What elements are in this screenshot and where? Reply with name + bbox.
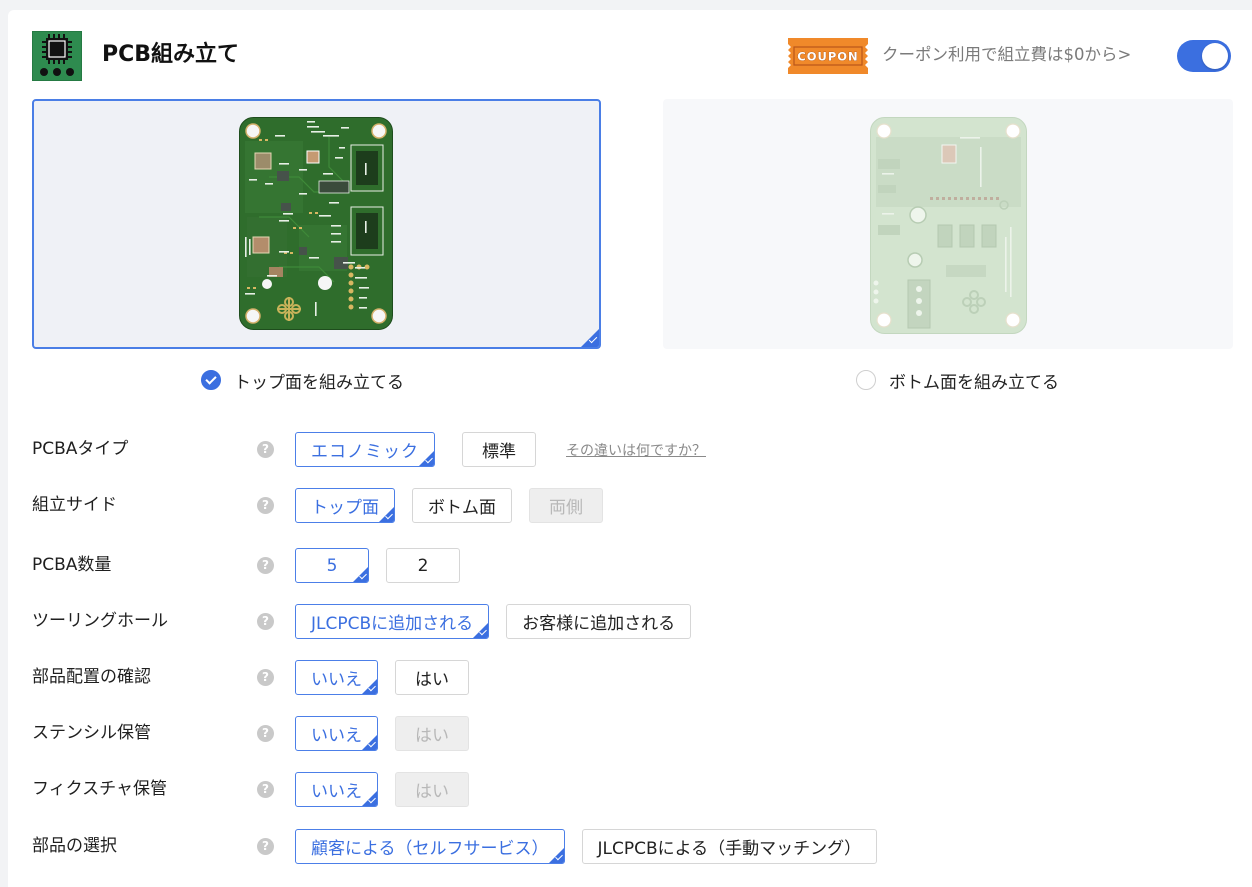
pcba-type-options: エコノミック 標準 その違いは何ですか？ — [295, 432, 706, 467]
parts-selection-options: 顧客による（セルフサービス） JLCPCBによる（手動マッチング） — [295, 829, 878, 864]
pcba-qty-options: 5 2 — [295, 548, 460, 583]
assembly-side-options: トップ面 ボトム面 両側 — [295, 488, 603, 523]
row-stencil-storage: ステンシル保管 いいえ はい — [0, 716, 1244, 751]
stencil-storage-no-button[interactable]: いいえ — [295, 716, 378, 751]
parts-selection-self-service-button[interactable]: 顧客による（セルフサービス） — [295, 829, 565, 864]
coupon-ticket-icon[interactable]: COUPON — [788, 38, 868, 74]
toggle-knob — [1202, 43, 1228, 69]
assemble-bottom-option[interactable]: ボトム面を組み立てる — [856, 368, 1059, 393]
assembly-side-label: 組立サイド — [32, 495, 117, 515]
pcb-top-render — [239, 117, 393, 330]
stencil-storage-label: ステンシル保管 — [32, 723, 151, 743]
assembly-side-bottom-button[interactable]: ボトム面 — [412, 488, 512, 523]
assembly-side-both-button[interactable]: 両側 — [529, 488, 603, 523]
tooling-holes-options: JLCPCBに追加される お客様に追加される — [295, 604, 692, 639]
pcba-qty-5-button[interactable]: 5 — [295, 548, 369, 583]
parts-selection-manual-matching-button[interactable]: JLCPCBによる（手動マッチング） — [581, 829, 878, 864]
question-circle-icon[interactable] — [257, 781, 274, 798]
assembly-side-top-button[interactable]: トップ面 — [295, 488, 395, 523]
fixture-storage-no-button[interactable]: いいえ — [295, 772, 378, 807]
difference-help-link[interactable]: その違いは何ですか？ — [566, 440, 706, 460]
confirm-placement-label: 部品配置の確認 — [32, 667, 151, 687]
tooling-holes-label: ツーリングホール — [32, 611, 168, 631]
question-circle-icon[interactable] — [257, 669, 274, 686]
coupon-badge-text: COUPON — [797, 50, 858, 64]
pcba-type-label: PCBAタイプ — [32, 439, 129, 459]
row-tooling-holes: ツーリングホール JLCPCBに追加される お客様に追加される — [0, 604, 1244, 639]
pcba-type-standard-button[interactable]: 標準 — [462, 432, 536, 467]
question-circle-icon[interactable] — [257, 613, 274, 630]
fixture-storage-yes-button: はい — [395, 772, 469, 807]
question-circle-icon[interactable] — [257, 838, 274, 855]
tooling-holes-jlcpcb-button[interactable]: JLCPCBに追加される — [295, 604, 490, 639]
fixture-storage-label: フィクスチャ保管 — [32, 779, 167, 799]
stencil-storage-options: いいえ はい — [295, 716, 469, 751]
confirm-placement-yes-button[interactable]: はい — [395, 660, 469, 695]
coupon-toggle[interactable] — [1177, 40, 1231, 72]
question-circle-icon[interactable] — [257, 725, 274, 742]
pcba-qty-label: PCBA数量 — [32, 555, 112, 575]
row-fixture-storage: フィクスチャ保管 いいえ はい — [0, 772, 1244, 807]
pcba-type-economic-button[interactable]: エコノミック — [295, 432, 435, 467]
bottom-side-preview-panel[interactable] — [663, 99, 1233, 349]
confirm-placement-options: いいえ はい — [295, 660, 469, 695]
fixture-storage-options: いいえ はい — [295, 772, 469, 807]
question-circle-icon[interactable] — [257, 557, 274, 574]
pcb-chip-icon — [32, 31, 82, 81]
row-pcba-type: PCBAタイプ エコノミック 標準 その違いは何ですか？ — [0, 432, 1244, 467]
stencil-storage-yes-button: はい — [395, 716, 469, 751]
question-circle-icon[interactable] — [257, 441, 274, 458]
pcba-qty-2-button[interactable]: 2 — [386, 548, 460, 583]
bottom-side-radio-label[interactable]: ボトム面を組み立てる — [889, 368, 1059, 393]
row-confirm-placement: 部品配置の確認 いいえ はい — [0, 660, 1244, 695]
pcb-bottom-render — [870, 117, 1027, 334]
top-side-preview-panel[interactable] — [32, 99, 601, 349]
parts-selection-label: 部品の選択 — [32, 836, 117, 856]
top-side-radio-label[interactable]: トップ面を組み立てる — [234, 368, 404, 393]
confirm-placement-no-button[interactable]: いいえ — [295, 660, 378, 695]
row-parts-selection: 部品の選択 顧客による（セルフサービス） JLCPCBによる（手動マッチング） — [0, 829, 1244, 864]
row-assembly-side: 組立サイド トップ面 ボトム面 両側 — [0, 488, 1244, 523]
row-pcba-qty: PCBA数量 5 2 — [0, 548, 1244, 583]
top-side-radio[interactable] — [201, 370, 221, 390]
bottom-side-radio[interactable] — [856, 370, 876, 390]
coupon-promo-link[interactable]: クーポン利用で組立費は$0から> — [882, 44, 1131, 66]
question-circle-icon[interactable] — [257, 497, 274, 514]
tooling-holes-customer-button[interactable]: お客様に追加される — [506, 604, 692, 639]
page-title: PCB組み立て — [102, 42, 240, 67]
assemble-top-option[interactable]: トップ面を組み立てる — [201, 368, 404, 393]
